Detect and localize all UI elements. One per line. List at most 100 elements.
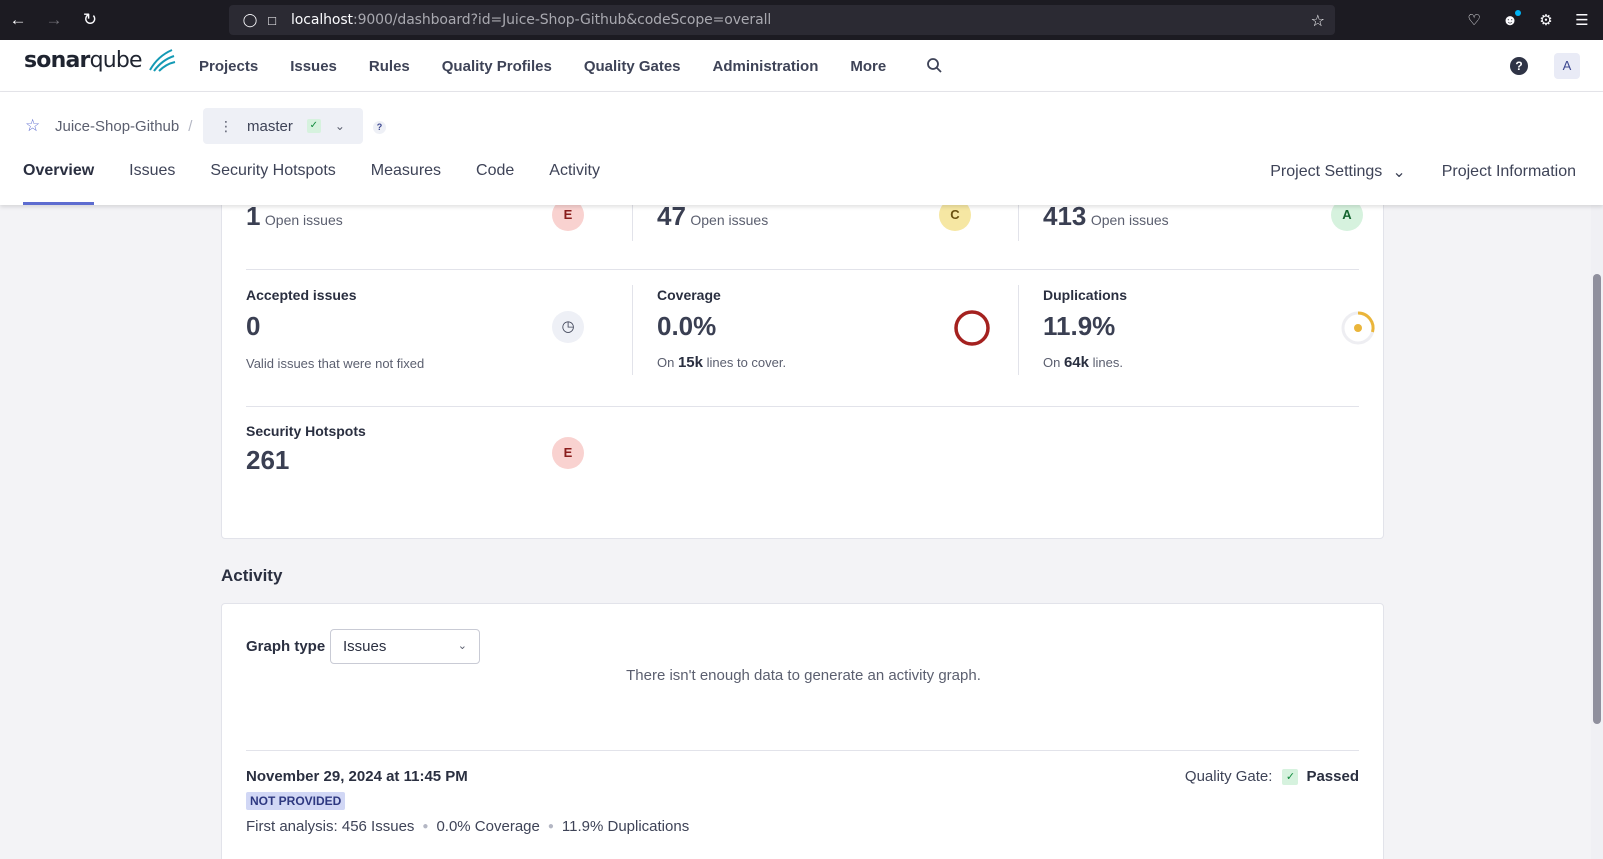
graph-type-value: Issues: [343, 638, 387, 655]
divider: [246, 750, 1359, 751]
no-data-message: There isn't enough data to generate an a…: [626, 667, 981, 684]
branch-icon: ⋮: [219, 117, 233, 134]
sonarqube-logo[interactable]: sonarqube: [24, 48, 176, 73]
search-icon[interactable]: [925, 56, 945, 76]
measure-label: Open issues: [690, 212, 769, 228]
quality-gate-status: Quality Gate: ✓ Passed: [1185, 768, 1359, 785]
desc-suffix: lines to cover.: [706, 355, 787, 370]
nav-quality-gates[interactable]: Quality Gates: [584, 58, 681, 75]
graph-type-label: Graph type: [246, 638, 326, 655]
url-text[interactable]: localhost:9000/dashboard?id=Juice-Shop-G…: [291, 12, 771, 28]
measure-label: Open issues: [264, 212, 343, 228]
measure-description: On 64k lines.: [1043, 354, 1388, 371]
menu-icon[interactable]: ☰: [1571, 11, 1593, 29]
logo-waves-icon: [149, 49, 176, 72]
nav-issues[interactable]: Issues: [290, 58, 337, 75]
coverage-measure[interactable]: Coverage 0.0% On 15k lines to cover.: [632, 285, 1002, 375]
help-icon[interactable]: ?: [1510, 57, 1528, 75]
desc-prefix: On: [1043, 355, 1061, 370]
nav-more[interactable]: More: [850, 58, 886, 75]
nav-rules[interactable]: Rules: [369, 58, 410, 75]
version-badge: NOT PROVIDED: [246, 792, 346, 810]
project-actions: Project Settings ⌄ Project Information: [1270, 162, 1576, 182]
project-header: ☆ Juice-Shop-Github / ⋮ master ✓ ⌄ ? Ove…: [0, 92, 1603, 205]
measure-value: 1: [246, 201, 261, 231]
page-scrollbar[interactable]: [1591, 92, 1603, 859]
security-issues[interactable]: 413 Open issues A: [1018, 199, 1388, 241]
avatar[interactable]: A: [1554, 53, 1580, 79]
bookmark-star-icon[interactable]: ☆: [1311, 11, 1325, 31]
desc-suffix: lines.: [1092, 355, 1123, 370]
tab-security-hotspots[interactable]: Security Hotspots: [210, 158, 335, 205]
branch-selector[interactable]: ⋮ master ✓ ⌄: [203, 108, 363, 144]
nav-quality-profiles[interactable]: Quality Profiles: [442, 58, 552, 75]
account-icon[interactable]: ☻: [1499, 9, 1521, 29]
scrollbar-thumb[interactable]: [1593, 274, 1601, 724]
maintainability-issues[interactable]: 47 Open issues C: [632, 199, 1002, 241]
reload-icon[interactable]: ↻: [72, 0, 108, 40]
tab-activity[interactable]: Activity: [549, 158, 600, 205]
branch-help-icon[interactable]: ?: [373, 121, 386, 134]
page-info-icon[interactable]: □: [261, 13, 283, 28]
measure-title: Accepted issues: [246, 287, 357, 303]
browser-toolbar: ← → ↻ ◯ □ localhost:9000/dashboard?id=Ju…: [0, 0, 1603, 40]
project-tabs: Overview Issues Security Hotspots Measur…: [23, 158, 635, 205]
project-name-link[interactable]: Juice-Shop-Github: [55, 118, 179, 135]
measure-title: Security Hotspots: [246, 423, 366, 439]
tab-code[interactable]: Code: [476, 158, 514, 205]
measure-value: 0.0%: [657, 311, 717, 341]
summary-coverage[interactable]: 0.0% Coverage: [436, 818, 539, 835]
measure-title: Duplications: [1043, 287, 1128, 303]
tab-issues[interactable]: Issues: [129, 158, 175, 205]
bullet-separator: ●: [547, 821, 554, 832]
security-hotspots-measure[interactable]: Security Hotspots 261 E: [246, 423, 616, 483]
graph-type-select[interactable]: Issues ⌄: [330, 629, 480, 664]
project-information-link[interactable]: Project Information: [1442, 163, 1576, 181]
divider: [246, 269, 1359, 270]
duplications-measure[interactable]: Duplications 11.9% On 64k lines.: [1018, 285, 1388, 375]
back-icon[interactable]: ←: [0, 0, 36, 40]
activity-card: Graph type Issues ⌄ There isn't enough d…: [221, 603, 1384, 859]
quality-gate-label: Quality Gate:: [1184, 768, 1273, 785]
desc-prefix: On: [657, 355, 675, 370]
branch-status-check-icon: ✓: [306, 119, 321, 133]
project-settings-menu[interactable]: Project Settings: [1270, 163, 1382, 181]
analysis-date: November 29, 2024 at 11:45 PM: [246, 768, 468, 785]
tab-measures[interactable]: Measures: [371, 158, 441, 205]
summary-issues[interactable]: 456 Issues: [342, 818, 415, 835]
logo-text-b: qube: [89, 48, 143, 73]
bullet-separator: ●: [422, 821, 429, 832]
desc-value: 15k: [677, 354, 703, 371]
shield-icon[interactable]: ◯: [239, 12, 261, 28]
url-path: :9000/dashboard?id=Juice-Shop-Github&cod…: [352, 12, 772, 28]
nav-projects[interactable]: Projects: [199, 58, 258, 75]
rating-badge: E: [552, 437, 584, 469]
check-icon: ✓: [1282, 768, 1299, 785]
favorite-star-icon[interactable]: ☆: [25, 117, 43, 135]
branch-name: master: [247, 117, 293, 135]
measure-label: Open issues: [1090, 212, 1169, 228]
url-host: localhost: [291, 12, 353, 28]
url-bar[interactable]: ◯ □ localhost:9000/dashboard?id=Juice-Sh…: [229, 5, 1335, 35]
chevron-down-icon[interactable]: ⌄: [1392, 162, 1405, 182]
duplications-donut-icon: [1341, 311, 1375, 345]
forward-icon[interactable]: →: [36, 0, 72, 40]
breadcrumb: ☆ Juice-Shop-Github /: [25, 114, 201, 138]
hotspots-row: Security Hotspots 261 E: [246, 423, 1359, 483]
nav-administration[interactable]: Administration: [713, 58, 819, 75]
reliability-issues[interactable]: 1 Open issues E: [246, 199, 616, 241]
quality-gate-value: Passed: [1306, 768, 1359, 785]
extensions-icon[interactable]: ⚙: [1535, 11, 1557, 29]
summary-duplications[interactable]: 11.9% Duplications: [562, 818, 689, 835]
measure-value: 11.9%: [1043, 311, 1116, 341]
summary-prefix: First analysis:: [246, 818, 338, 835]
accepted-issues[interactable]: Accepted issues 0 Valid issues that were…: [246, 285, 616, 375]
breadcrumb-separator: /: [188, 117, 193, 135]
pocket-icon[interactable]: ♡: [1463, 11, 1485, 29]
tab-overview[interactable]: Overview: [23, 158, 95, 205]
global-navigation: sonarqube Projects Issues Rules Quality …: [0, 40, 1603, 92]
measure-value: 47: [657, 201, 686, 231]
logo-text-a: sonar: [24, 48, 90, 73]
measure-value: 413: [1043, 201, 1087, 231]
chevron-down-icon: ⌄: [334, 119, 345, 133]
